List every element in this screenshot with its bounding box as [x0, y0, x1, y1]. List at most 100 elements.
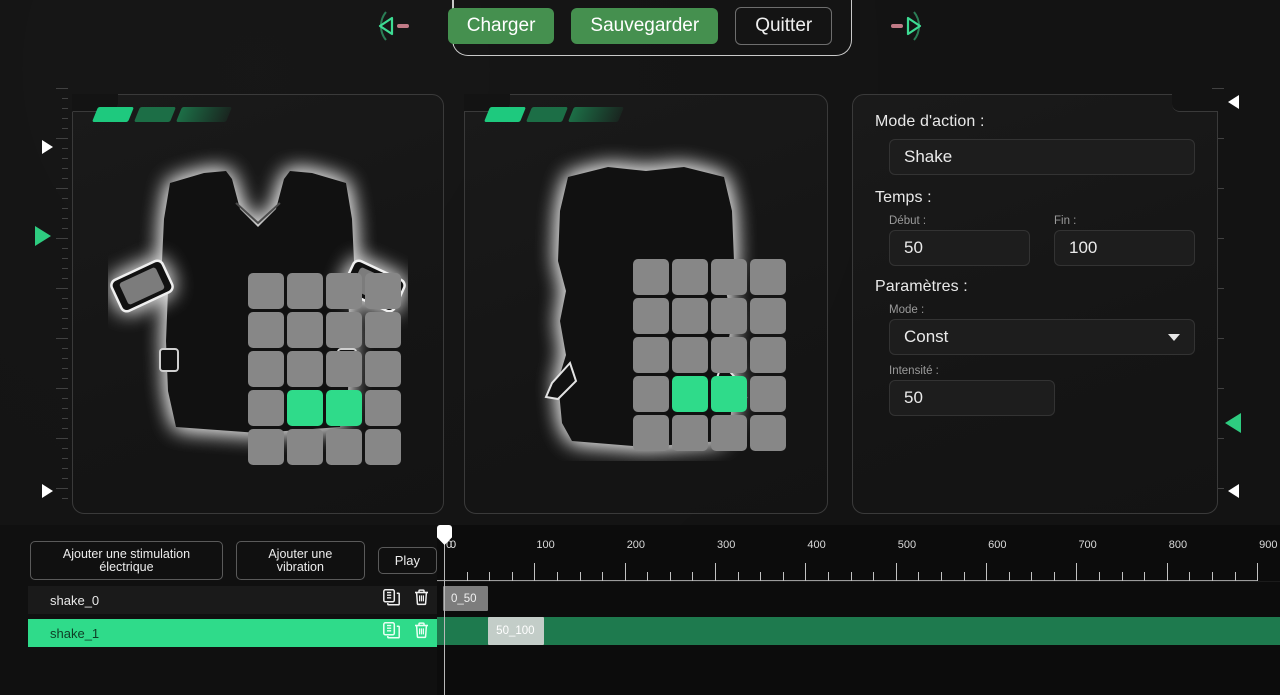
pad-cell[interactable] — [750, 259, 786, 295]
pad-cell[interactable] — [326, 273, 362, 309]
ruler-tick — [62, 328, 68, 329]
pad-cell[interactable] — [750, 376, 786, 412]
pad-cell[interactable] — [365, 312, 401, 348]
ruler-label: 600 — [988, 539, 1007, 551]
ruler-tick — [62, 168, 68, 169]
playhead[interactable]: 0 — [437, 525, 456, 695]
mode-select-value: Const — [904, 327, 949, 346]
pad-cell[interactable] — [711, 259, 747, 295]
ruler-tick — [62, 448, 68, 449]
inspector-body: Mode d'action : Shake Temps : Début : 50… — [853, 95, 1217, 434]
ruler-minor-tick — [827, 572, 829, 581]
pad-cell[interactable] — [711, 298, 747, 334]
pad-cell[interactable] — [365, 390, 401, 426]
pad-cell[interactable] — [365, 429, 401, 465]
copy-icon[interactable] — [383, 589, 400, 611]
track-name: shake_0 — [50, 592, 100, 608]
pad-cell[interactable] — [672, 259, 708, 295]
ruler-minor-tick — [737, 572, 739, 581]
pad-cell[interactable] — [633, 376, 669, 412]
pad-cell[interactable] — [633, 298, 669, 334]
play-button[interactable]: Play — [377, 547, 437, 574]
end-input[interactable]: 100 — [1054, 230, 1195, 266]
left-marker-top[interactable] — [42, 140, 53, 154]
pad-cell[interactable] — [326, 351, 362, 387]
ruler-major-tick — [534, 563, 536, 581]
ruler-minor-tick — [602, 572, 604, 581]
clip-shake-0[interactable]: 0_50 — [443, 586, 489, 611]
intensity-input[interactable]: 50 — [889, 380, 1055, 416]
ruler-tick — [62, 418, 68, 419]
pad-cell[interactable] — [287, 351, 323, 387]
add-vibration-button[interactable]: Ajouter une vibration — [235, 541, 365, 580]
add-electric-stimulation-button[interactable]: Ajouter une stimulation électrique — [30, 541, 223, 580]
pad-cell[interactable] — [248, 351, 284, 387]
pad-cell[interactable] — [633, 337, 669, 373]
left-marker-active[interactable] — [35, 226, 51, 246]
pad-cell[interactable] — [248, 429, 284, 465]
track-row-shake-0[interactable]: shake_0 — [28, 586, 437, 614]
ruler-major-tick — [986, 563, 988, 581]
charger-button[interactable]: Charger — [447, 8, 555, 44]
pad-cell[interactable] — [248, 312, 284, 348]
timeline-row-shake-1[interactable]: 50_100 — [437, 617, 1280, 645]
clip-shake-1[interactable]: 50_100 — [488, 617, 545, 645]
pad-cell[interactable] — [633, 415, 669, 451]
pad-cell[interactable] — [750, 415, 786, 451]
trash-icon[interactable] — [414, 622, 429, 644]
pad-cell[interactable] — [711, 415, 747, 451]
ruler-minor-tick — [1099, 572, 1101, 581]
ruler-tick — [62, 298, 68, 299]
ruler-major-tick — [1257, 563, 1259, 581]
timeline-toolbar: Ajouter une stimulation électrique Ajout… — [30, 541, 437, 580]
pad-cell[interactable] — [365, 351, 401, 387]
vest-front-pad-grid[interactable] — [248, 273, 401, 465]
pad-cell[interactable] — [287, 390, 323, 426]
pad-cell[interactable] — [248, 273, 284, 309]
pad-cell[interactable] — [672, 337, 708, 373]
ruler-tick — [62, 498, 68, 499]
pad-cell[interactable] — [633, 259, 669, 295]
ruler-tick — [62, 228, 68, 229]
copy-icon[interactable] — [383, 622, 400, 644]
timeline-canvas[interactable]: 0 100 200 300 400 500 600 700 800 900 0_50 50_100… — [437, 525, 1280, 695]
timeline-row-shake-0[interactable]: 0_50 — [437, 584, 1280, 612]
ruler-minor-tick — [782, 572, 784, 581]
ruler-tick — [62, 208, 68, 209]
pad-cell[interactable] — [672, 376, 708, 412]
right-marker-top[interactable] — [1228, 95, 1239, 109]
ruler-tick — [62, 118, 68, 119]
ruler-tick — [62, 158, 68, 159]
pad-cell[interactable] — [326, 429, 362, 465]
pad-cell[interactable] — [326, 390, 362, 426]
timeline-ruler[interactable]: 0 100 200 300 400 500 600 700 800 900 — [437, 525, 1280, 581]
pad-cell[interactable] — [750, 337, 786, 373]
pad-cell[interactable] — [287, 429, 323, 465]
pad-cell[interactable] — [711, 376, 747, 412]
ruler-tick — [62, 218, 68, 219]
vest-back-pad-grid[interactable] — [633, 259, 786, 451]
pad-cell[interactable] — [248, 390, 284, 426]
right-marker-active[interactable] — [1225, 413, 1241, 433]
pad-cell[interactable] — [750, 298, 786, 334]
pad-cell[interactable] — [672, 415, 708, 451]
sauvegarder-button[interactable]: Sauvegarder — [571, 8, 719, 44]
quitter-button[interactable]: Quitter — [735, 7, 833, 45]
pad-cell[interactable] — [672, 298, 708, 334]
track-row-shake-1[interactable]: shake_1 — [28, 619, 437, 647]
trash-icon[interactable] — [414, 589, 429, 611]
action-mode-field[interactable]: Shake — [889, 139, 1195, 175]
timeline-divider — [437, 581, 1280, 582]
ruler-minor-tick — [466, 572, 468, 581]
pad-cell[interactable] — [326, 312, 362, 348]
mode-select[interactable]: Const — [889, 319, 1195, 355]
pad-cell[interactable] — [287, 312, 323, 348]
right-marker-bottom[interactable] — [1228, 484, 1239, 498]
ruler-tick — [62, 308, 68, 309]
ruler-tick — [62, 98, 68, 99]
left-marker-bottom[interactable] — [42, 484, 53, 498]
pad-cell[interactable] — [711, 337, 747, 373]
pad-cell[interactable] — [365, 273, 401, 309]
pad-cell[interactable] — [287, 273, 323, 309]
start-input[interactable]: 50 — [889, 230, 1030, 266]
